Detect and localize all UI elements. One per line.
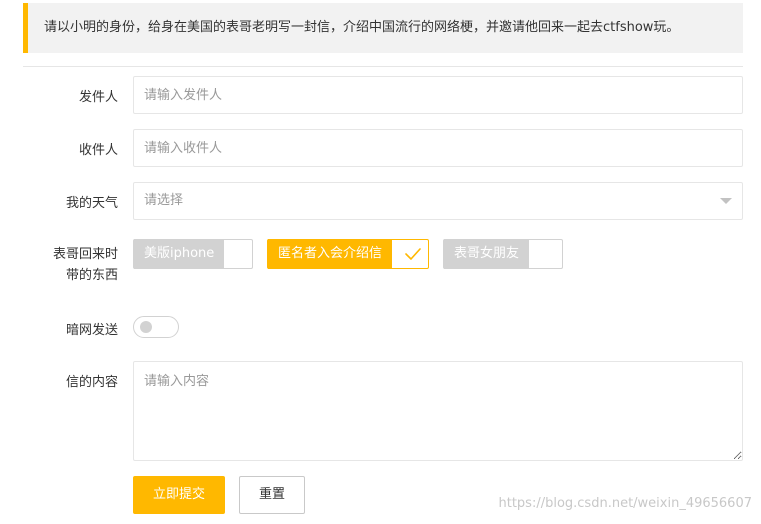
submit-button[interactable]: 立即提交 <box>133 476 225 514</box>
sender-label: 发件人 <box>78 90 118 105</box>
receiver-label: 收件人 <box>78 143 118 158</box>
chevron-down-icon <box>720 198 732 204</box>
watermark-text: https://blog.csdn.net/weixin_49656607 <box>498 496 752 511</box>
gift-checkbox-label: 匿名者入会介绍信 <box>268 239 393 269</box>
gifts-label-line1: 表哥回来时 <box>52 247 118 262</box>
sender-input[interactable] <box>133 76 743 114</box>
weather-select[interactable]: 请选择 <box>133 182 743 220</box>
weather-label: 我的天气 <box>65 196 118 211</box>
darknet-label: 暗网发送 <box>65 323 118 338</box>
gifts-label: 表哥回来时 带的东西 <box>22 244 118 286</box>
gift-checkbox-label: 表哥女朋友 <box>444 239 530 269</box>
receiver-input[interactable] <box>133 129 743 167</box>
content-textarea[interactable] <box>133 361 743 461</box>
task-notice-text: 请以小明的身份，给身在美国的表哥老明写一封信，介绍中国流行的网络梗，并邀请他回来… <box>44 20 680 35</box>
content-label: 信的内容 <box>65 375 118 390</box>
reset-button[interactable]: 重置 <box>239 476 305 514</box>
darknet-switch[interactable] <box>133 316 179 338</box>
letter-form-page: 请以小明的身份，给身在美国的表哥老明写一封信，介绍中国流行的网络梗，并邀请他回来… <box>0 0 761 524</box>
switch-knob <box>140 321 152 333</box>
gift-checkbox-anonymous-letter[interactable]: 匿名者入会介绍信 <box>267 239 429 269</box>
weather-select-placeholder: 请选择 <box>144 193 184 208</box>
checkmark-icon <box>398 240 428 268</box>
header-divider <box>23 66 743 67</box>
gift-checkbox-girlfriend[interactable]: 表哥女朋友 <box>443 239 563 269</box>
gifts-label-line2: 带的东西 <box>65 268 118 283</box>
task-notice: 请以小明的身份，给身在美国的表哥老明写一封信，介绍中国流行的网络梗，并邀请他回来… <box>23 3 743 53</box>
gift-checkbox-iphone[interactable]: 美版iphone <box>133 239 253 269</box>
gift-checkbox-label: 美版iphone <box>134 239 225 269</box>
